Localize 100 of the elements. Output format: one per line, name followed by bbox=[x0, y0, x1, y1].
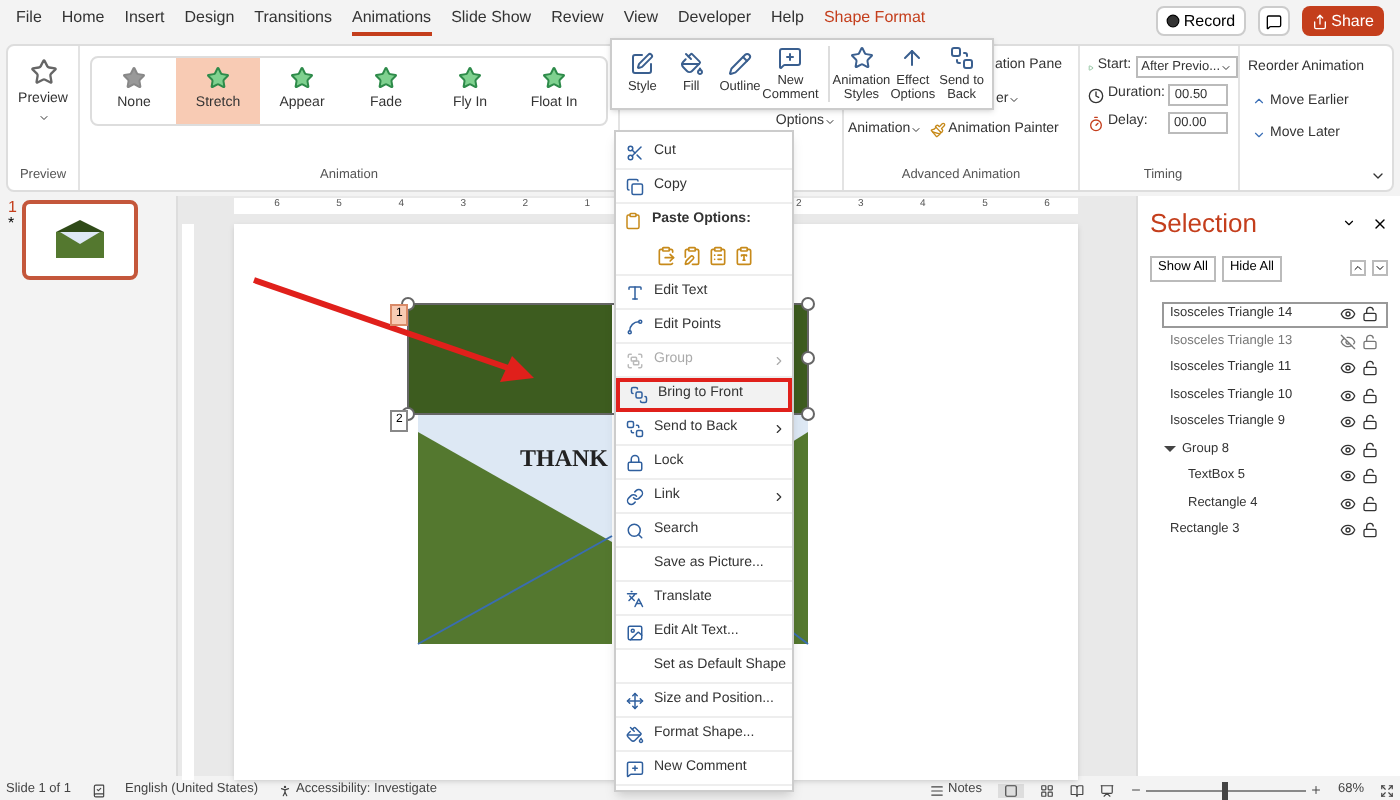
grid-icon bbox=[1039, 783, 1054, 797]
scissors-icon bbox=[625, 143, 643, 161]
text-icon bbox=[625, 283, 643, 301]
sorter-view-button[interactable] bbox=[1039, 783, 1054, 797]
play-icon bbox=[1088, 59, 1094, 75]
normal-view-button[interactable] bbox=[997, 783, 1024, 797]
menu-tab[interactable]: View bbox=[623, 6, 659, 36]
paste-option-button[interactable] bbox=[708, 246, 728, 266]
menu-tab[interactable]: Shape Format bbox=[823, 6, 926, 36]
menu-tab[interactable]: File bbox=[16, 6, 42, 36]
record-icon bbox=[1165, 14, 1180, 28]
pane-title: Selection bbox=[1150, 206, 1257, 242]
caret-icon bbox=[824, 115, 836, 127]
translate-icon bbox=[625, 589, 643, 607]
star-icon bbox=[122, 66, 146, 91]
share-button[interactable]: Share bbox=[1301, 6, 1384, 36]
slideshow-button[interactable] bbox=[1099, 783, 1114, 797]
star-icon bbox=[542, 66, 566, 91]
envelope-thumbnail-icon bbox=[54, 220, 107, 260]
pencil-icon bbox=[728, 52, 753, 77]
unlocked-icon bbox=[1362, 468, 1378, 485]
unlocked-icon bbox=[1362, 306, 1378, 323]
menu-tab[interactable]: Slide Show bbox=[451, 6, 532, 36]
notes-icon bbox=[930, 783, 944, 797]
star-icon bbox=[849, 45, 874, 70]
unlocked-icon bbox=[1362, 414, 1378, 431]
star-icon bbox=[458, 66, 482, 91]
timer-icon bbox=[1088, 115, 1104, 131]
menu-tab[interactable]: Animations bbox=[351, 6, 432, 36]
envelope-text: THANK bbox=[520, 441, 609, 475]
star-icon bbox=[290, 66, 314, 91]
animation-marker: * bbox=[8, 216, 17, 232]
unlocked-icon bbox=[1362, 333, 1378, 350]
close-icon bbox=[1372, 215, 1388, 232]
clipboard-paste-icon bbox=[656, 246, 676, 266]
menu-tab[interactable]: Home bbox=[61, 6, 105, 36]
star-icon bbox=[206, 66, 230, 91]
caret-icon bbox=[1008, 93, 1021, 106]
clock-icon bbox=[1088, 87, 1104, 103]
star-icon bbox=[374, 66, 398, 91]
eye-off-icon bbox=[1340, 333, 1356, 350]
paintbrush-icon bbox=[930, 122, 947, 139]
slide-thumbnail[interactable] bbox=[22, 200, 139, 280]
unlocked-icon bbox=[1362, 441, 1378, 458]
eye-icon bbox=[1340, 468, 1356, 485]
normal-view-icon bbox=[1003, 783, 1018, 797]
spellcheck-icon bbox=[91, 783, 106, 797]
eye-icon bbox=[1340, 522, 1356, 539]
accessibility-icon bbox=[278, 783, 293, 797]
send-backward-button[interactable] bbox=[1372, 260, 1388, 276]
bring-forward-button[interactable] bbox=[1350, 260, 1366, 276]
paste-option-button[interactable] bbox=[656, 246, 676, 266]
menu-tab[interactable]: Help bbox=[771, 6, 804, 36]
pen-square-icon bbox=[630, 52, 655, 77]
caret-icon bbox=[1220, 61, 1232, 73]
menu-tab[interactable]: Developer bbox=[678, 6, 751, 36]
paste-option-button[interactable] bbox=[682, 246, 702, 266]
comments-button[interactable] bbox=[1257, 6, 1290, 36]
image-icon bbox=[625, 623, 643, 641]
eye-icon bbox=[1340, 414, 1356, 431]
reading-view-button[interactable] bbox=[1069, 783, 1084, 797]
zoom-thumb[interactable] bbox=[1222, 781, 1229, 799]
copy-icon bbox=[625, 177, 643, 195]
paint-bucket-icon bbox=[679, 52, 704, 77]
menu-tab[interactable]: Transitions bbox=[254, 6, 332, 36]
eye-icon bbox=[1340, 306, 1356, 323]
record-button[interactable]: Record bbox=[1155, 6, 1246, 36]
eye-icon bbox=[1340, 441, 1356, 458]
expand-triangle-icon[interactable] bbox=[1164, 446, 1176, 453]
unlocked-icon bbox=[1362, 522, 1378, 539]
send-to-back-icon bbox=[625, 419, 643, 437]
menu-tab[interactable]: Review bbox=[551, 6, 604, 36]
eye-icon bbox=[1340, 360, 1356, 377]
dropdown-icon bbox=[1342, 216, 1356, 231]
unlocked-icon bbox=[1362, 387, 1378, 404]
eye-icon bbox=[1340, 495, 1356, 512]
menu-tab[interactable]: Insert bbox=[124, 6, 165, 36]
clipboard-pen-icon bbox=[682, 246, 702, 266]
lock-icon bbox=[625, 453, 643, 471]
clipboard-text-icon bbox=[734, 246, 754, 266]
unlocked-icon bbox=[1362, 360, 1378, 377]
paste-option-button[interactable] bbox=[734, 246, 754, 266]
share-icon bbox=[1311, 13, 1328, 29]
collapse-ribbon-icon bbox=[1370, 168, 1386, 184]
slide-number: 1 bbox=[8, 200, 17, 216]
clipboard-icon bbox=[624, 212, 642, 230]
comment-plus-icon bbox=[778, 45, 803, 70]
comment-icon bbox=[1265, 13, 1282, 29]
caret-icon bbox=[37, 111, 49, 123]
zoom-in-icon bbox=[1309, 784, 1322, 796]
presentation-icon bbox=[1099, 783, 1114, 797]
search-icon bbox=[625, 521, 643, 539]
link-icon bbox=[625, 487, 643, 505]
menu-tab[interactable]: Design bbox=[184, 6, 235, 36]
comment-plus-icon bbox=[625, 759, 643, 777]
up-arrow-icon bbox=[900, 45, 925, 70]
eye-icon bbox=[1340, 387, 1356, 404]
curve-points-icon bbox=[625, 317, 643, 335]
clipboard-list-icon bbox=[708, 246, 728, 266]
group-icon bbox=[625, 351, 643, 369]
